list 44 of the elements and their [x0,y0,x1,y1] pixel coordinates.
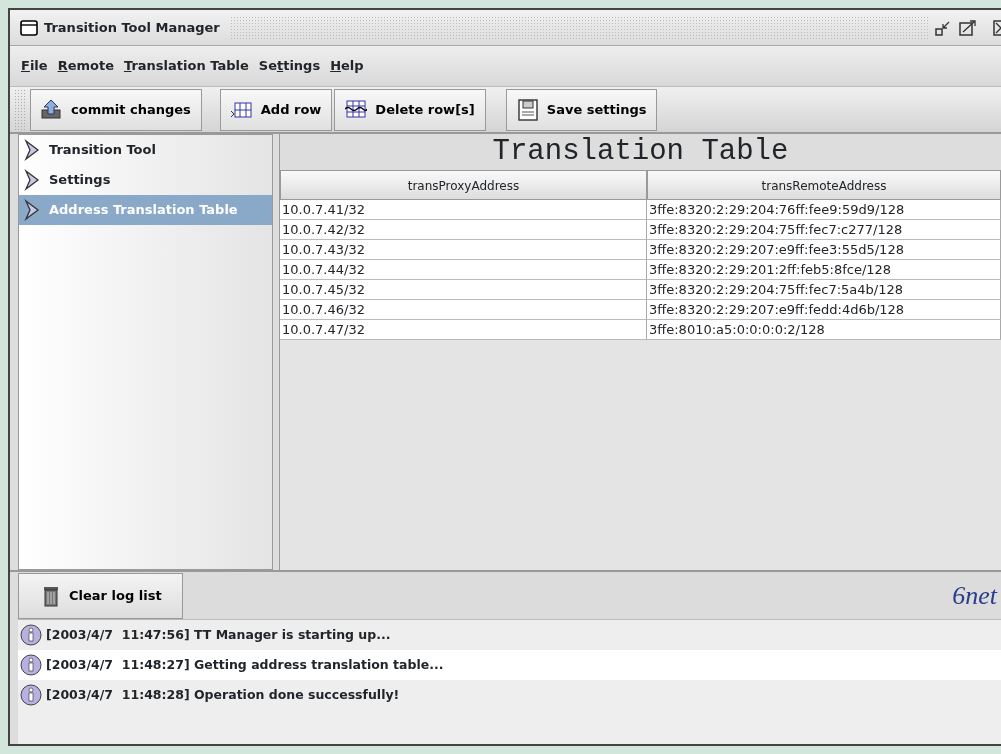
menu-item[interactable]: Remote [52,54,119,78]
log-entry: [2003/4/7 11:48:28] Operation done successfully! [46,685,400,704]
chevron-icon [23,169,41,191]
menu-item[interactable]: Settings [253,54,326,78]
table-cell: 3ffe:8320:2:29:207:e9ff:fedd:4d6b/128 [647,300,1001,320]
logo: 6net [952,580,997,612]
table-title: Translation Table [491,134,790,170]
toolbar-button[interactable]: commit changes [30,88,202,131]
table-cell: 3ffe:8320:2:29:204:75ff:fec7:5a4b/128 [647,280,1001,300]
table-cell: 10.0.7.45/32 [280,280,647,300]
table-cell: 10.0.7.47/32 [280,320,647,340]
table-cell: 3ffe:8320:2:29:207:e9ff:fee3:55d5/128 [647,240,1001,260]
table-cell: 3ffe:8320:2:29:201:2ff:feb5:8fce/128 [647,260,1001,280]
info-icon [20,624,42,646]
log-entry: [2003/4/7 11:47:56] TT Manager is starting up... [46,625,391,644]
table-cell: 3ffe:8010:a5:0:0:0:0:2/128 [647,320,1001,340]
trash-icon [43,584,59,607]
table-cell: 10.0.7.41/32 [280,200,647,220]
window-title: Transition Tool Manager [44,18,220,37]
menu-item[interactable]: File [16,54,53,78]
info-icon [20,684,42,706]
log-entry: [2003/4/7 11:48:27] Getting address translation table... [46,655,444,674]
sidebar-item[interactable]: Settings [19,165,272,195]
save-button[interactable]: Save settings [505,88,658,131]
table-cell: 10.0.7.44/32 [280,260,647,280]
sidebar-item[interactable]: Transition Tool [19,135,272,165]
clear-log-button[interactable]: Clear log list [18,572,183,619]
upload-arrow-icon [41,98,63,121]
maximize-icon[interactable] [959,19,977,36]
table-cell: 10.0.7.43/32 [280,240,647,260]
menu-item[interactable]: Help [325,54,369,78]
column-header[interactable]: transProxyAddress [280,170,647,200]
table-cell: 10.0.7.42/32 [280,220,647,240]
table-cell: 3ffe:8320:2:29:204:75ff:fec7:c277/128 [647,220,1001,240]
toolbar-button[interactable]: Delete row[s] [334,88,486,131]
menu-item[interactable]: Translation Table [118,54,254,78]
table-icon [345,98,368,121]
window-icon [20,19,38,36]
table-cell: 3ffe:8320:2:29:204:76ff:fee9:59d9/128 [647,200,1001,220]
table-cell: 10.0.7.46/32 [280,300,647,320]
chevron-icon [23,199,41,221]
chevron-icon [23,139,41,161]
toolbar-button[interactable]: Add row [219,88,333,131]
column-header[interactable]: transRemoteAddress [647,170,1001,200]
